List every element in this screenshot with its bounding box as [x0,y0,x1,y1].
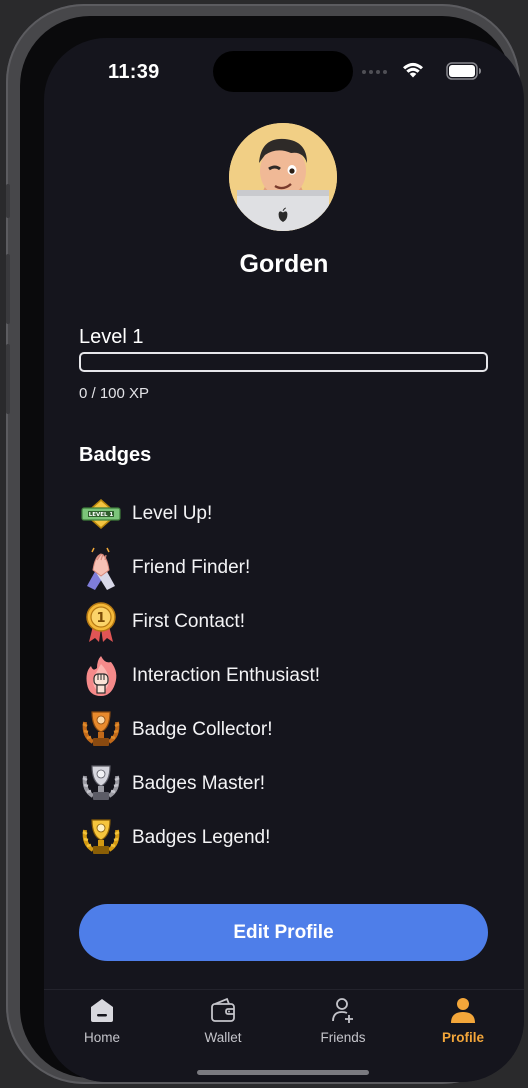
fist-fire-icon [86,656,117,696]
tab-label: Home [83,1030,120,1045]
tab-wallet[interactable]: Wallet [173,996,273,1045]
badge-interaction-enthusiast: Interaction Enthusiast! [79,654,479,698]
tab-profile[interactable]: Profile [413,996,513,1045]
badge-label: Interaction Enthusiast! [132,665,320,686]
cellular-signal-icon [362,70,387,74]
first-place-medal-icon: 1 [86,602,116,642]
tab-home[interactable]: Home [52,996,152,1045]
xp-text: 0 / 100 XP [79,385,150,402]
wifi-icon [403,62,423,78]
status-time: 11:39 [108,61,160,83]
dynamic-island [213,51,353,92]
avatar[interactable] [229,123,337,231]
svg-text:1: 1 [96,611,105,626]
profile-name: Gorden [239,250,329,278]
edit-profile-button[interactable]: Edit Profile [79,904,488,961]
tab-label: Wallet [204,1030,242,1045]
mute-switch [6,184,10,218]
home-icon [91,999,113,1022]
gold-trophy-icon [82,819,120,854]
screen: 11:39 Gorden Level 1 0 / 100 XP Badges L… [44,38,524,1082]
memoji-avatar-icon [229,123,337,231]
badge-badges-legend: Badges Legend! [79,816,479,860]
volume-down-button [6,344,10,414]
home-indicator[interactable] [197,1070,369,1075]
badge-friend-finder: Friend Finder! [79,546,479,590]
level-label: Level 1 [79,326,144,348]
badge-label: Badge Collector! [132,719,273,740]
tab-friends[interactable]: Friends [293,996,393,1045]
tab-bar: Home Wallet Friends Profile [44,989,524,1082]
badge-label: Badges Master! [132,773,266,794]
battery-icon [446,62,481,80]
phone-frame: 11:39 Gorden Level 1 0 / 100 XP Badges L… [6,4,524,1084]
add-friend-icon [332,998,353,1023]
wallet-icon [211,997,235,1022]
tab-label: Friends [320,1030,366,1045]
volume-up-button [6,254,10,324]
badge-label: Badges Legend! [132,827,271,848]
level-badge-icon: LEVEL 1 [81,499,121,529]
badge-badge-collector: Badge Collector! [79,708,479,752]
svg-text:LEVEL 1: LEVEL 1 [89,512,114,518]
tab-label: Profile [441,1030,484,1045]
badges-title: Badges [79,444,152,466]
badge-level-up: LEVEL 1 Level Up! [79,492,479,536]
badge-badges-master: Badges Master! [79,762,479,806]
bezel: 11:39 Gorden Level 1 0 / 100 XP Badges L… [20,16,524,1082]
badge-label: Friend Finder! [132,557,251,578]
silver-trophy-icon [82,765,120,800]
person-icon [451,998,475,1023]
xp-progress-bar [79,352,488,372]
handshake-icon [87,547,115,590]
bronze-trophy-icon [82,711,120,746]
badge-label: Level Up! [132,503,213,524]
badge-label: First Contact! [132,611,245,632]
badge-first-contact: 1 First Contact! [79,600,479,644]
